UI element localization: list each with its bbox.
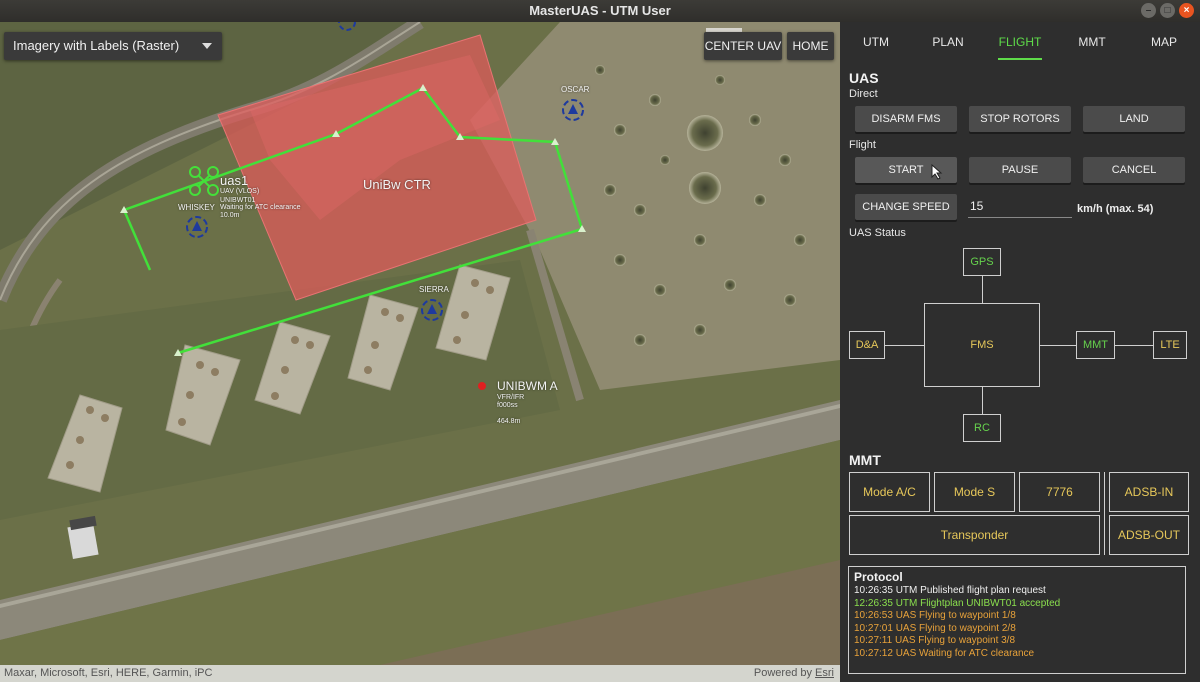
direct-label: Direct — [849, 88, 878, 100]
adsb-out-box[interactable]: ADSB-OUT — [1109, 515, 1189, 555]
change-speed-button[interactable]: CHANGE SPEED — [855, 194, 957, 220]
log-entry: 10:26:35 UTM Published flight plan reque… — [854, 585, 1046, 596]
mmt-divider — [1104, 472, 1105, 555]
app-window: MasterUAS - UTM User – □ × Imagery with … — [0, 0, 1200, 682]
speed-input[interactable]: 15 — [968, 196, 1072, 218]
aircraft-label-alt1: f000ss — [497, 402, 518, 409]
minimize-icon[interactable]: – — [1141, 3, 1156, 18]
disarm-fms-button[interactable]: DISARM FMS — [855, 106, 957, 132]
maximize-icon[interactable]: □ — [1160, 3, 1175, 18]
status-lte: LTE — [1153, 331, 1187, 359]
connector-da-fms — [884, 345, 924, 346]
basemap-value: Imagery with Labels (Raster) — [13, 38, 180, 53]
tab-map[interactable]: MAP — [1128, 22, 1200, 62]
waypoint-label-sierra: SIERRA — [419, 285, 449, 294]
tab-mmt[interactable]: MMT — [1056, 22, 1128, 62]
protocol-title: Protocol — [854, 570, 903, 584]
flight-label: Flight — [849, 139, 876, 151]
adsb-in-box[interactable]: ADSB-IN — [1109, 472, 1189, 512]
log-entry: 10:27:01 UAS Flying to waypoint 2/8 — [854, 622, 1016, 634]
log-entry: 10:27:12 UAS Waiting for ATC clearance — [854, 647, 1035, 659]
protocol-log: Protocol 10:26:35 UTM Published flight p… — [848, 566, 1186, 674]
pause-button[interactable]: PAUSE — [969, 157, 1071, 183]
powered-by: Powered by Esri — [753, 667, 834, 679]
log-entry: 10:27:11 UAS Flying to waypoint 3/8 — [854, 635, 1016, 647]
status-gps: GPS — [963, 248, 1001, 276]
esri-link[interactable]: Esri — [815, 667, 834, 679]
status-fms: FMS — [924, 303, 1040, 387]
log-entry: 10:26:53 UAS Flying to waypoint 1/8 — [854, 610, 1016, 622]
waypoint-label-oscar: OSCAR — [561, 85, 590, 94]
mouse-cursor-icon — [931, 164, 943, 180]
window-controls: – □ × — [1141, 3, 1194, 18]
status-mmt: MMT — [1076, 331, 1115, 359]
chevron-down-icon — [202, 43, 212, 49]
aircraft-label-rules: VFR/IFR — [497, 394, 525, 401]
satellite-imagery — [0, 22, 840, 682]
aircraft-label-name: UNIBWM A — [497, 379, 558, 393]
aircraft-label-alt2: 464.8m — [497, 418, 521, 425]
uas-label-flight: UNIBWT01 — [220, 197, 256, 204]
close-icon[interactable]: × — [1179, 3, 1194, 18]
connector-fms-mmt — [1040, 345, 1076, 346]
center-uav-button[interactable]: CENTER UAV — [704, 32, 782, 60]
stop-rotors-button[interactable]: STOP ROTORS — [969, 106, 1071, 132]
cancel-button[interactable]: CANCEL — [1083, 157, 1185, 183]
uas-label-name: uas1 — [220, 173, 249, 188]
tab-flight[interactable]: FLIGHT — [984, 22, 1056, 62]
tab-plan[interactable]: PLAN — [912, 22, 984, 62]
uas-status-label: UAS Status — [849, 227, 906, 239]
window-title: MasterUAS - UTM User — [529, 3, 671, 18]
aircraft-icon[interactable] — [478, 382, 486, 390]
squawk-code-box[interactable]: 7776 — [1019, 472, 1100, 512]
connector-mmt-lte — [1115, 345, 1153, 346]
uas-label-alt: 10.0m — [220, 212, 240, 219]
land-button[interactable]: LAND — [1083, 106, 1185, 132]
mmt-section-title: MMT — [849, 452, 881, 468]
mode-ac-box[interactable]: Mode A/C — [849, 472, 930, 512]
status-rc: RC — [963, 414, 1001, 442]
speed-unit-label: km/h (max. 54) — [1077, 203, 1154, 215]
ctr-zone-label: UniBw CTR — [363, 177, 431, 192]
title-bar: MasterUAS - UTM User – □ × — [0, 0, 1200, 22]
status-da: D&A — [849, 331, 885, 359]
uas-section-title: UAS — [849, 70, 879, 86]
mode-s-box[interactable]: Mode S — [934, 472, 1015, 512]
connector-fms-rc — [982, 387, 983, 414]
uas-label-state: Waiting for ATC clearance — [220, 204, 301, 211]
tab-bar: UTM PLAN FLIGHT MMT MAP — [840, 22, 1200, 62]
basemap-select[interactable]: Imagery with Labels (Raster) — [4, 32, 222, 60]
waypoint-label-whiskey: WHISKEY — [178, 203, 215, 212]
connector-gps-fms — [982, 276, 983, 303]
map-view[interactable]: Imagery with Labels (Raster) CENTER UAV … — [0, 22, 840, 682]
transponder-box[interactable]: Transponder — [849, 515, 1100, 555]
tab-utm[interactable]: UTM — [840, 22, 912, 62]
attribution-text: Maxar, Microsoft, Esri, HERE, Garmin, iP… — [4, 667, 213, 679]
uas-label-type: UAV (VLOS) — [220, 188, 260, 195]
map-attribution: Maxar, Microsoft, Esri, HERE, Garmin, iP… — [0, 665, 840, 682]
log-entry: 12:26:35 UTM Flightplan UNIBWT01 accepte… — [854, 597, 1061, 609]
home-button[interactable]: HOME — [787, 32, 834, 60]
